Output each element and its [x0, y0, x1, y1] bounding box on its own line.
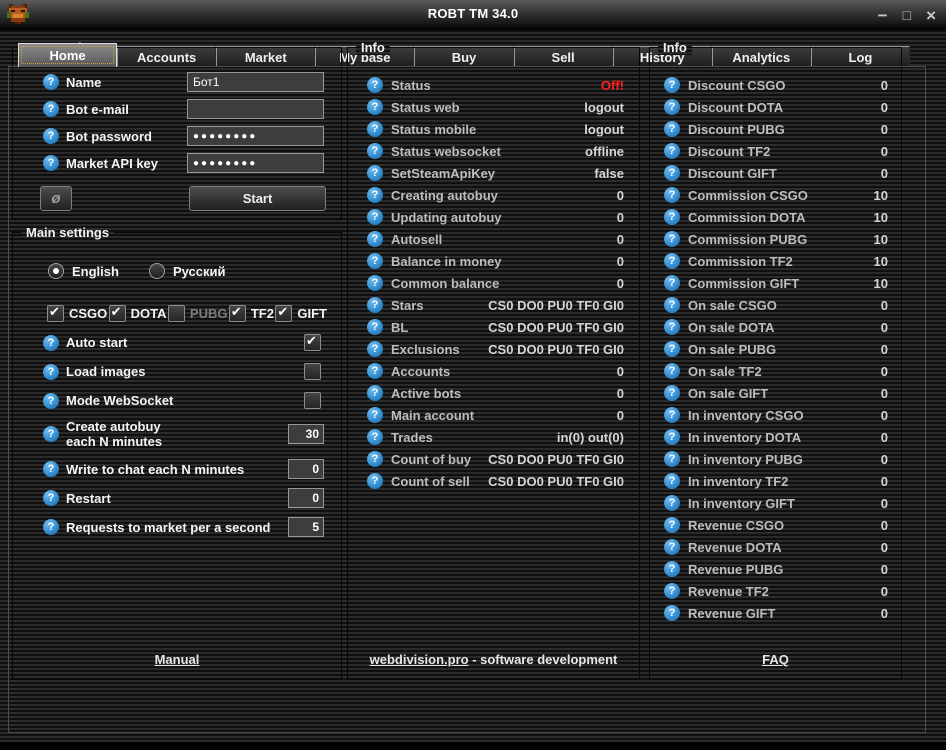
titlebar: ROBT TM 34.0 − □ ×: [0, 0, 946, 31]
content-panel: [8, 66, 926, 733]
window-title: ROBT TM 34.0: [0, 6, 946, 21]
window-controls: − □ ×: [878, 0, 936, 30]
info1-title: Info: [356, 40, 390, 55]
app-window: ROBT TM 34.0 − □ × Home Accounts Market: [0, 0, 946, 750]
info2-title: Info: [658, 40, 692, 55]
minimize-button[interactable]: −: [878, 8, 888, 23]
tab-label: Home: [49, 48, 85, 63]
window-body: Home Accounts Market My base Buy: [0, 30, 946, 742]
close-button[interactable]: ×: [926, 8, 936, 23]
tab[interactable]: Home: [18, 43, 117, 67]
maximize-button[interactable]: □: [903, 8, 911, 23]
